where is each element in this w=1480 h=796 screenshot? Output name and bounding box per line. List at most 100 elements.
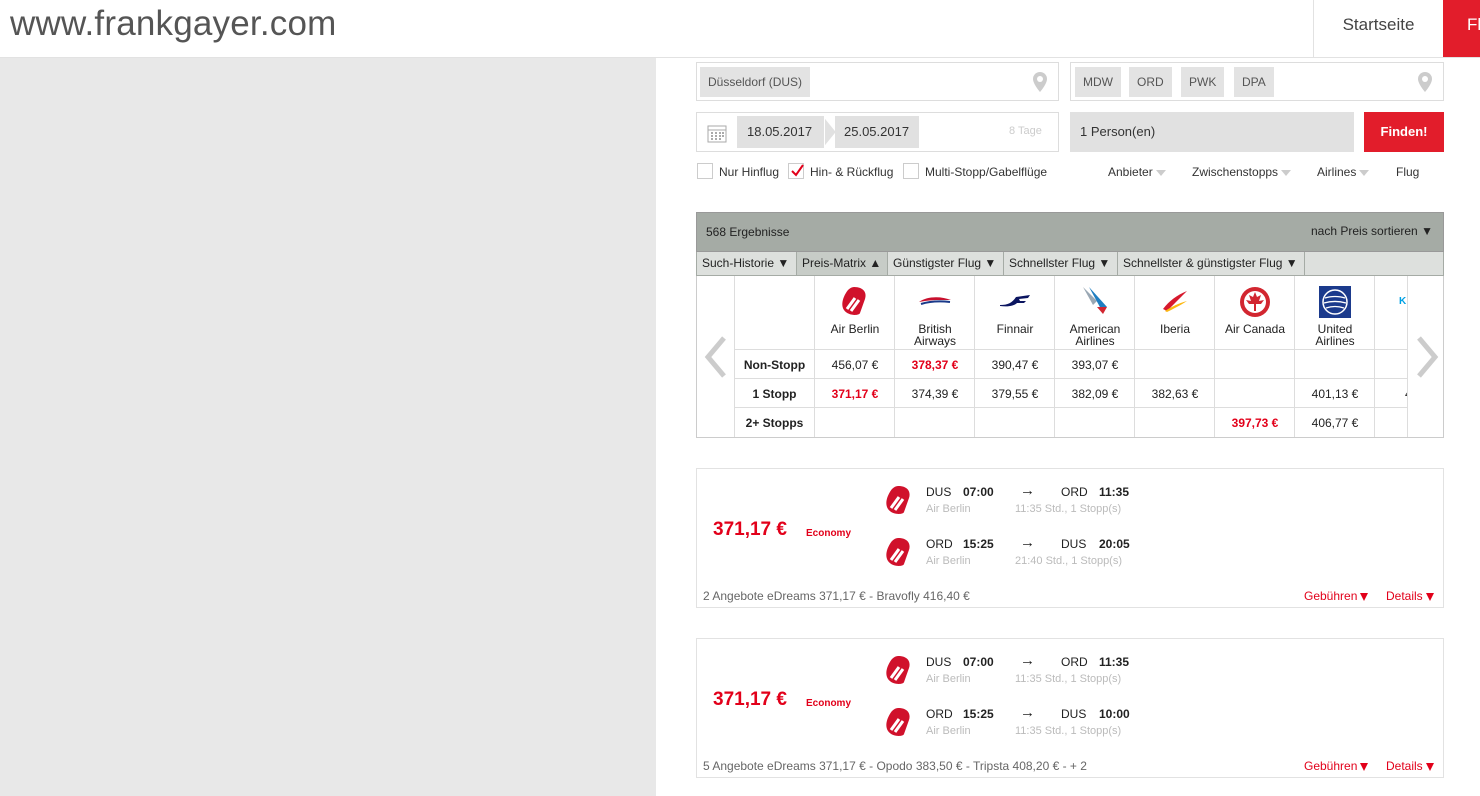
- air-berlin-logo-icon: [886, 538, 910, 566]
- leg-arrow-icon: →: [1020, 652, 1035, 669]
- return-checkbox[interactable]: [788, 163, 804, 179]
- fees-label: Gebühren: [1304, 589, 1358, 603]
- filter-flight[interactable]: Flug: [1396, 165, 1422, 179]
- details-toggle[interactable]: Details: [1386, 759, 1434, 773]
- caret-down-icon: [1425, 592, 1434, 601]
- price-matrix: Air Berlin British Airways Finnair Americ…: [696, 276, 1444, 438]
- total-price: 371,17 €: [713, 519, 787, 540]
- flight-result-card[interactable]: 371,17 € Economy DUS 07:00 → ORD 11:35 Air Berl…: [696, 468, 1444, 608]
- airline-column-header[interactable]: Iberia: [1135, 276, 1215, 350]
- leg-arrival-time: 20:05: [1099, 537, 1130, 551]
- site-logo[interactable]: www.frankgayer.com: [10, 4, 337, 44]
- matrix-next-column[interactable]: [1407, 276, 1443, 437]
- price-cell[interactable]: 371,17 €: [815, 379, 895, 408]
- find-button[interactable]: Finden!: [1364, 112, 1444, 152]
- tab-fastest[interactable]: Schnellster Flug ▼: [1004, 252, 1118, 275]
- location-pin-icon: [1033, 72, 1047, 92]
- filter-provider[interactable]: Anbieter: [1108, 165, 1166, 179]
- price-cell[interactable]: 456,07 €: [815, 350, 895, 379]
- price-cell[interactable]: 379,55 €: [975, 379, 1055, 408]
- air-berlin-logo-icon: [886, 486, 910, 514]
- price-cell[interactable]: 397,73 €: [1215, 408, 1295, 437]
- leg-arrow-icon: →: [1020, 704, 1035, 721]
- origin-chip[interactable]: Düsseldorf (DUS): [700, 67, 811, 97]
- airline-column-header[interactable]: Finnair: [975, 276, 1055, 350]
- tab-price-matrix[interactable]: Preis-Matrix ▲: [797, 252, 888, 275]
- caret-down-icon: [1360, 762, 1369, 771]
- airline-column-header[interactable]: British Airways: [895, 276, 975, 350]
- destination-field[interactable]: MDW ORD PWK DPA: [1070, 62, 1444, 101]
- price-cell: [1215, 350, 1295, 379]
- chevron-left-icon: [704, 336, 726, 378]
- price-cell[interactable]: 378,37 €: [895, 350, 975, 379]
- details-toggle[interactable]: Details: [1386, 589, 1434, 603]
- filter-label: Airlines: [1317, 165, 1357, 179]
- date-field[interactable]: 18.05.2017 25.05.2017 8 Tage: [696, 112, 1059, 152]
- matrix-prev-column[interactable]: [697, 276, 735, 437]
- passenger-select[interactable]: 1 Person(en): [1070, 112, 1354, 152]
- leg-airline: Air Berlin: [926, 673, 971, 685]
- airline-name: Air Berlin: [830, 322, 880, 336]
- filter-stops[interactable]: Zwischenstopps: [1192, 165, 1292, 179]
- offers-summary[interactable]: 5 Angebote eDreams 371,17 € - Opodo 383,…: [703, 759, 1087, 773]
- dropdown-icon: [1155, 169, 1166, 176]
- return-date[interactable]: 25.05.2017: [835, 116, 919, 148]
- destination-chip[interactable]: DPA: [1234, 67, 1274, 97]
- price-value: 401,13 €: [1311, 387, 1359, 401]
- leg-origin: DUS: [926, 655, 952, 669]
- leg-arrival-time: 11:35: [1099, 655, 1130, 669]
- leg-arrival-time: 10:00: [1099, 707, 1130, 721]
- tab-search-history[interactable]: Such-Historie ▼: [697, 252, 797, 275]
- origin-field[interactable]: Düsseldorf (DUS): [696, 62, 1059, 101]
- details-label: Details: [1386, 589, 1423, 603]
- fees-toggle[interactable]: Gebühren: [1304, 589, 1369, 603]
- flight-result-card[interactable]: 371,17 € Economy DUS 07:00 → ORD 11:35 Air Berl…: [696, 638, 1444, 778]
- sort-label: nach Preis sortieren: [1311, 224, 1418, 238]
- price-cell[interactable]: 401,13 €: [1295, 379, 1375, 408]
- air-berlin-logo-icon: [886, 708, 910, 736]
- airline-name: British Airways: [913, 322, 956, 348]
- airline-column-header[interactable]: American Airlines: [1055, 276, 1135, 350]
- price-cell[interactable]: 374,39 €: [895, 379, 975, 408]
- airline-name: Air Canada: [1224, 322, 1286, 336]
- sort-dropdown[interactable]: nach Preis sortieren ▼: [1311, 224, 1433, 238]
- oneway-label[interactable]: Nur Hinflug: [719, 165, 779, 179]
- nav-startseite[interactable]: Startseite: [1313, 0, 1443, 57]
- filter-airlines[interactable]: Airlines: [1317, 165, 1370, 179]
- tab-cheapest[interactable]: Günstigster Flug ▼: [888, 252, 1004, 275]
- fees-toggle[interactable]: Gebühren: [1304, 759, 1369, 773]
- airline-name: United Airlines: [1315, 322, 1355, 348]
- destination-chip[interactable]: PWK: [1181, 67, 1225, 97]
- cabin-class: Economy: [806, 528, 852, 539]
- leg-destination: ORD: [1061, 655, 1088, 669]
- british-airways-logo-icon: [919, 297, 951, 305]
- multistop-checkbox[interactable]: [903, 163, 919, 179]
- departure-date[interactable]: 18.05.2017: [737, 116, 825, 148]
- price-cell[interactable]: 393,07 €: [1055, 350, 1135, 379]
- price-cell[interactable]: 382,63 €: [1135, 379, 1215, 408]
- price-cell[interactable]: 382,09 €: [1055, 379, 1135, 408]
- airline-column-header[interactable]: Air Berlin: [815, 276, 895, 350]
- destination-chip[interactable]: MDW: [1075, 67, 1121, 97]
- tab-fastest-cheapest[interactable]: Schnellster & günstigster Flug ▼: [1118, 252, 1305, 275]
- multistop-label[interactable]: Multi-Stopp/Gabelflüge: [925, 165, 1047, 179]
- price-cell: [975, 408, 1055, 437]
- destination-chip[interactable]: ORD: [1129, 67, 1172, 97]
- price-value: 397,73 €: [1231, 416, 1279, 430]
- leg-airline: Air Berlin: [926, 725, 971, 737]
- leg-duration: 11:35 Std., 1 Stopp(s): [1015, 725, 1122, 737]
- nav-flights[interactable]: Fl: [1443, 0, 1480, 57]
- oneway-checkbox[interactable]: [697, 163, 713, 179]
- price-cell[interactable]: 390,47 €: [975, 350, 1055, 379]
- leg-duration: 21:40 Std., 1 Stopp(s): [1015, 555, 1123, 567]
- airline-column-header[interactable]: Air Canada: [1215, 276, 1295, 350]
- leg-origin: DUS: [926, 485, 952, 499]
- airline-column-header[interactable]: United Airlines: [1295, 276, 1375, 350]
- filter-label: Zwischenstopps: [1192, 165, 1279, 179]
- air-berlin-logo-icon: [842, 287, 866, 315]
- price-cell: [1055, 408, 1135, 437]
- price-cell[interactable]: 406,77 €: [1295, 408, 1375, 437]
- top-bar: www.frankgayer.com Startseite Fl: [0, 0, 1480, 58]
- offers-summary[interactable]: 2 Angebote eDreams 371,17 € - Bravofly 4…: [703, 589, 970, 603]
- return-label[interactable]: Hin- & Rückflug: [810, 165, 893, 179]
